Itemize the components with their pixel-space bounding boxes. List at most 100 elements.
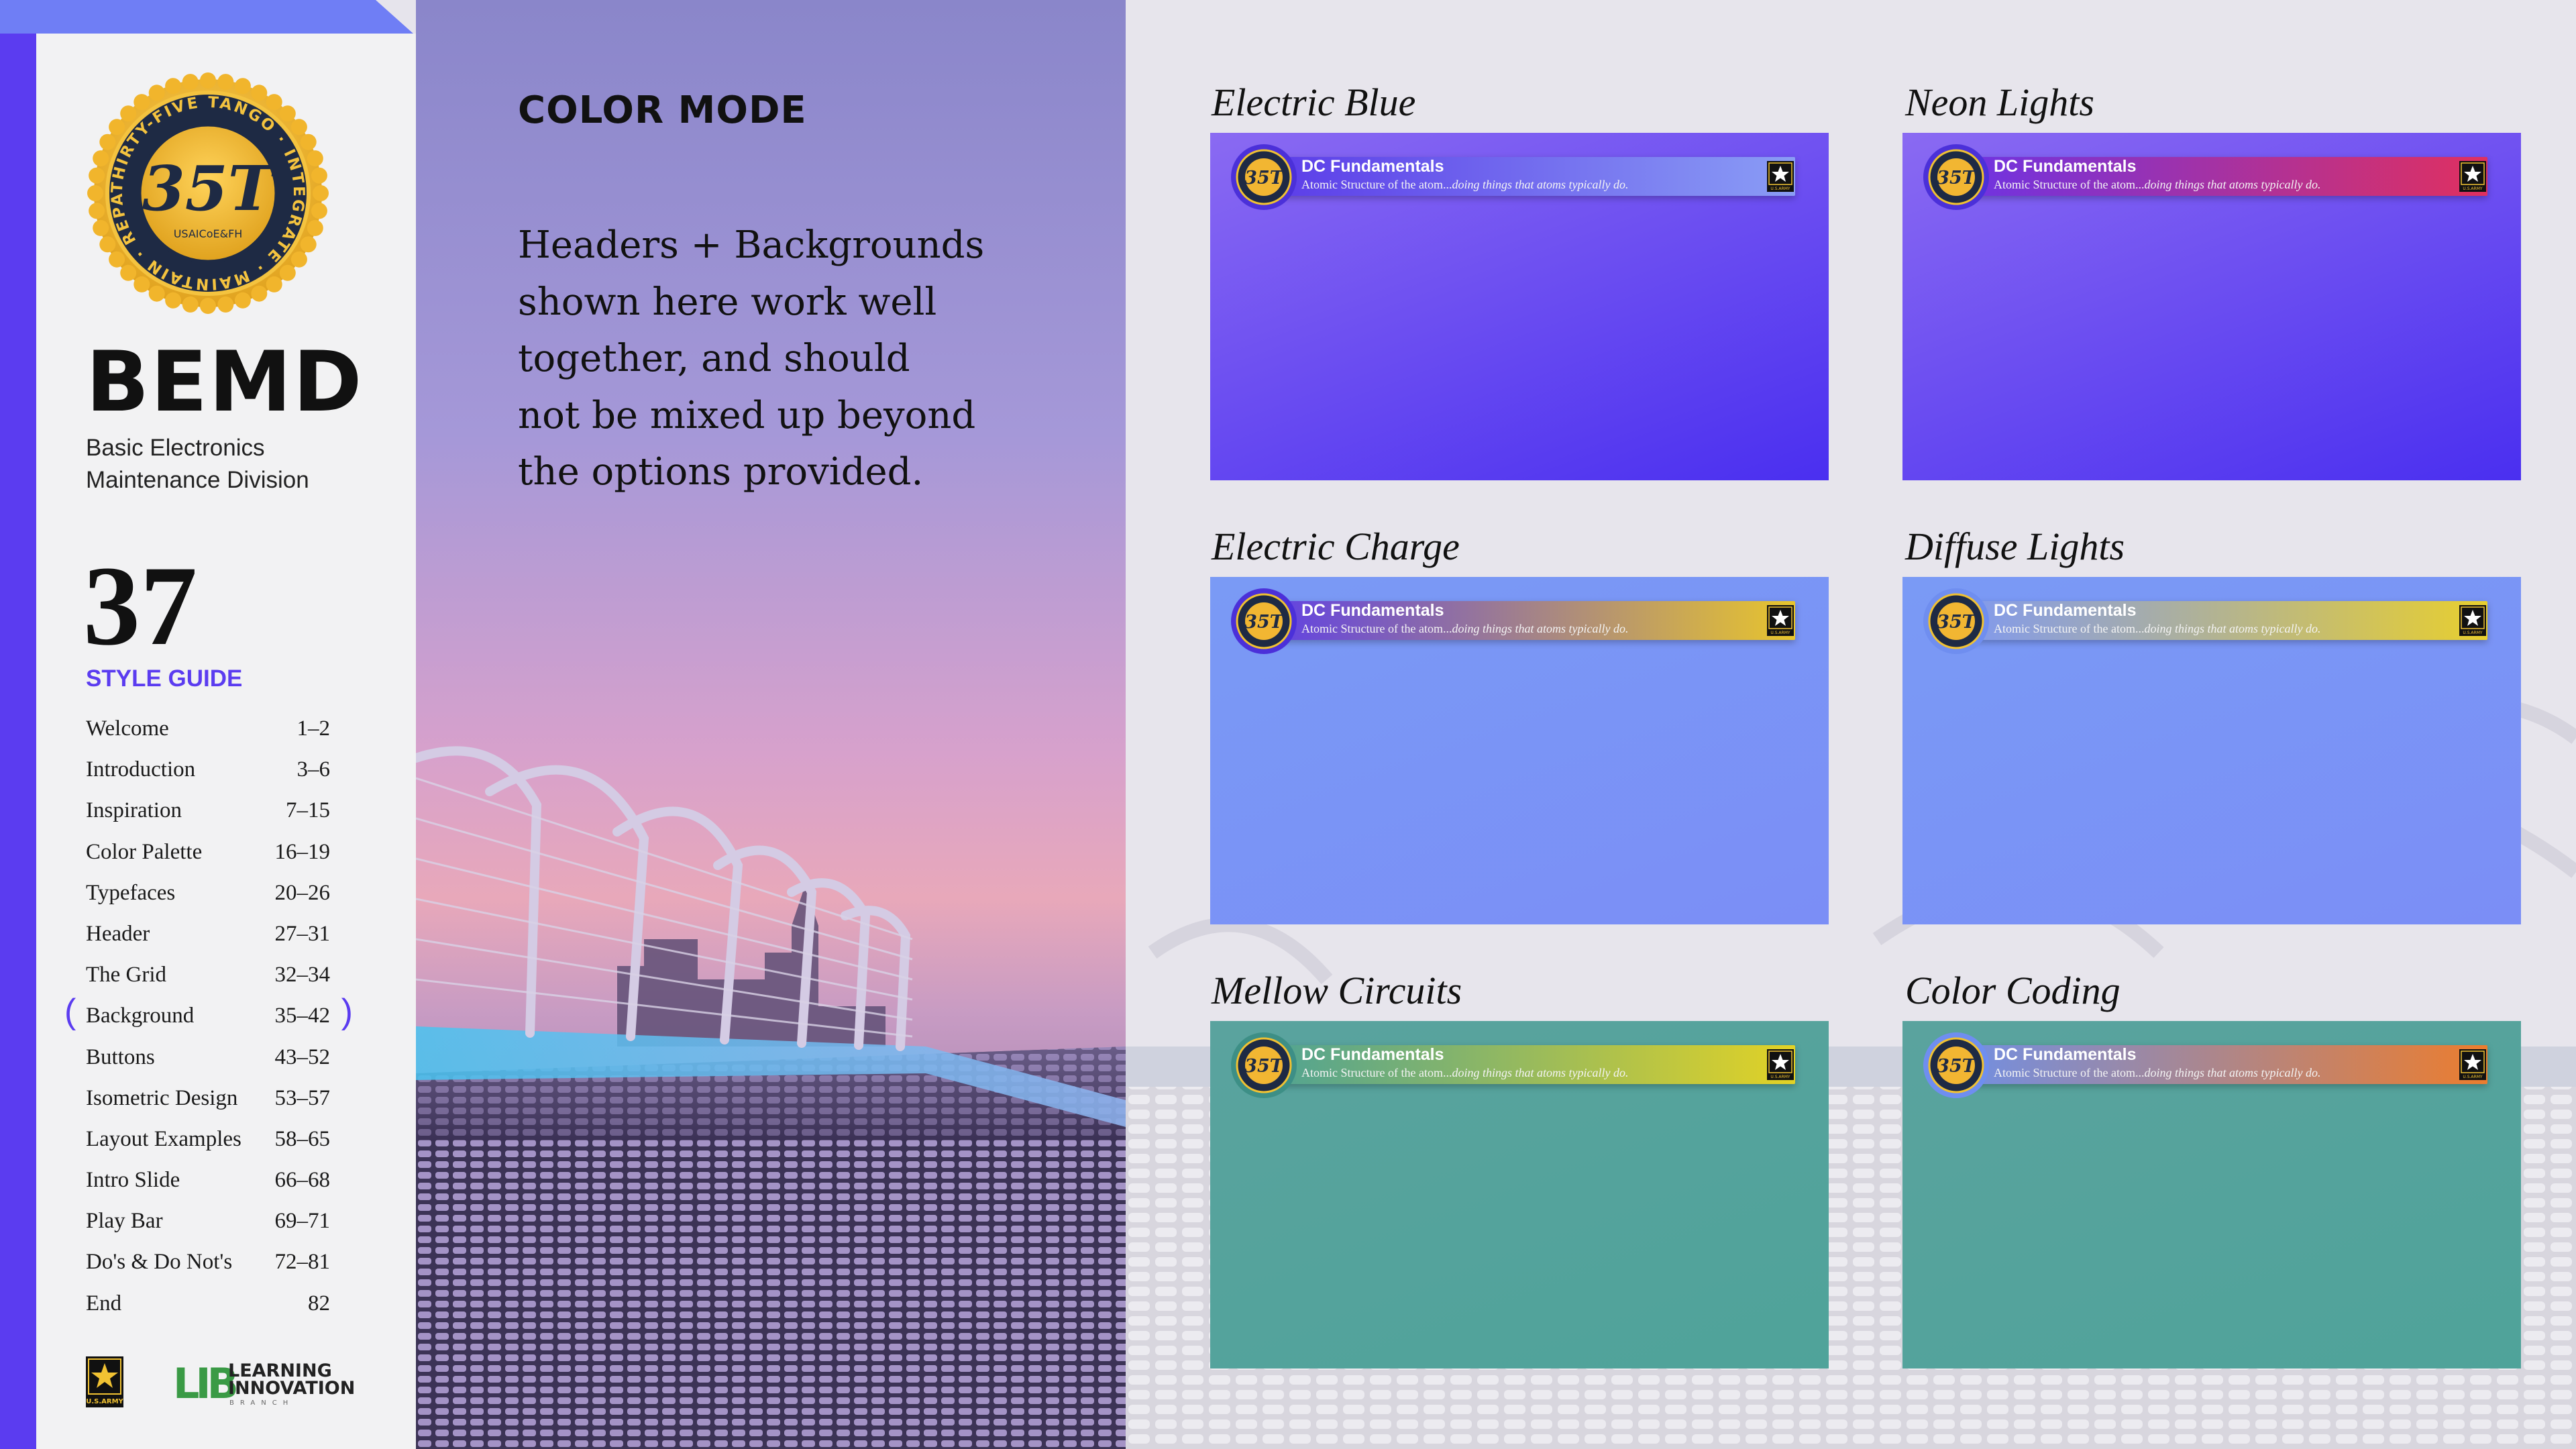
toc-item-pages: 82 xyxy=(308,1291,330,1316)
header-subtitle: Atomic Structure of the atom...doing thi… xyxy=(1301,1067,1628,1079)
toc-item-label: Play Bar xyxy=(86,1209,163,1234)
star-caption: U.S.ARMY xyxy=(2463,1075,2482,1079)
toc-item-label: Isometric Design xyxy=(86,1085,238,1110)
description-line: together, and should xyxy=(518,337,910,380)
medal-text: 35T xyxy=(1937,612,1977,633)
subtitle-plain: Atomic Structure of the atom... xyxy=(1301,1066,1452,1079)
toc-item[interactable]: Inspiration 7–15 xyxy=(86,794,330,835)
learning-innovation-branch-logo: LIB LEARNING INNOVATION BRANCH xyxy=(173,1359,354,1406)
card-title-color-coding: Color Coding xyxy=(1905,969,2121,1012)
toc-item[interactable]: Typefaces 20–26 xyxy=(86,877,330,918)
medal-text: 35T xyxy=(1244,168,1285,189)
army-star-icon: U.S.ARMY xyxy=(1767,1049,1794,1080)
toc-item-pages: 1–2 xyxy=(297,716,331,741)
medal-text: 35T xyxy=(1244,1056,1285,1077)
header-title: DC Fundamentals xyxy=(1301,157,1444,176)
header-subtitle: Atomic Structure of the atom...doing thi… xyxy=(1994,1067,2320,1079)
subtitle-italic: doing things that atoms typically do. xyxy=(1452,622,1629,635)
star-caption: U.S.ARMY xyxy=(2463,186,2482,191)
description-line: shown here work well xyxy=(518,280,937,324)
army-star-icon: U.S.ARMY xyxy=(2459,605,2486,636)
subtitle-italic: doing things that atoms typically do. xyxy=(2144,178,2321,191)
toc-item-pages: 3–6 xyxy=(297,757,331,782)
army-logo-text: U.S.ARMY xyxy=(86,1398,123,1405)
color-card-electric-blue: 35T DC Fundamentals Atomic Structure of th… xyxy=(1210,133,1829,480)
header-subtitle: Atomic Structure of the atom...doing thi… xyxy=(1301,623,1628,635)
star-caption: U.S.ARMY xyxy=(1770,186,1790,191)
card-title-mellow-circuits: Mellow Circuits xyxy=(1212,969,1462,1012)
medal-text: 35T xyxy=(1244,612,1285,633)
subtitle-italic: doing things that atoms typically do. xyxy=(2144,1066,2321,1079)
header-title: DC Fundamentals xyxy=(1301,601,1444,620)
toc-item[interactable]: Do's & Do Not's 72–81 xyxy=(86,1246,330,1287)
toc-item-label: Introduction xyxy=(86,757,196,782)
toc-item[interactable]: Introduction 3–6 xyxy=(86,753,330,794)
toc-item[interactable]: Intro Slide 66–68 xyxy=(86,1164,330,1205)
card-title-neon-lights: Neon Lights xyxy=(1905,80,2094,124)
toc-item-pages: 69–71 xyxy=(274,1209,331,1234)
lib-mark: LIB xyxy=(173,1359,236,1406)
toc-item[interactable]: Header 27–31 xyxy=(86,918,330,959)
medal-text: 35T xyxy=(1937,168,1977,189)
description-line: Headers + Backgrounds xyxy=(518,223,985,267)
35t-medal-icon: 35T xyxy=(1231,1032,1297,1098)
toc-item-label: Inspiration xyxy=(86,798,182,823)
subtitle-plain: Atomic Structure of the atom... xyxy=(1994,622,2145,635)
subtitle-plain: Atomic Structure of the atom... xyxy=(1301,622,1452,635)
toc-item-label: Layout Examples xyxy=(86,1126,241,1151)
35t-seal-logo: THIRTY-FIVE TANGO · INTEGRATE · MAINTAIN… xyxy=(87,72,329,314)
toc-item-label: Do's & Do Not's xyxy=(86,1250,233,1275)
subtitle-italic: doing things that atoms typically do. xyxy=(1452,178,1629,191)
35t-medal-icon: 35T xyxy=(1231,588,1297,654)
subtitle-plain: Atomic Structure of the atom... xyxy=(1994,178,2145,191)
toc-item-pages: 72–81 xyxy=(274,1250,331,1275)
us-army-logo: U.S.ARMY xyxy=(86,1356,123,1407)
toc-item[interactable]: Welcome 1–2 xyxy=(86,712,330,753)
35t-medal-icon: 35T xyxy=(1231,144,1297,210)
toc-item[interactable]: End 82 xyxy=(86,1287,330,1328)
toc-item[interactable]: Layout Examples 58–65 xyxy=(86,1123,330,1164)
toc-item-label: Intro Slide xyxy=(86,1168,180,1193)
color-card-electric-charge: 35T DC Fundamentals Atomic Structure of th… xyxy=(1210,577,1829,924)
army-star-icon: U.S.ARMY xyxy=(2459,161,2486,192)
toc-item[interactable]: Buttons 43–52 xyxy=(86,1041,330,1082)
header-title: DC Fundamentals xyxy=(1994,157,2137,176)
35t-medal-icon: 35T xyxy=(1923,588,1989,654)
table-of-contents: Welcome 1–2 Introduction 3–6 Inspiration 7–15… xyxy=(64,712,353,1328)
toc-item-label: Color Palette xyxy=(86,839,203,864)
toc-item-label: Background xyxy=(86,1004,195,1028)
header-subtitle: Atomic Structure of the atom...doing thi… xyxy=(1994,178,2320,191)
subtitle-italic: doing things that atoms typically do. xyxy=(2144,622,2321,635)
toc-item-pages: 43–52 xyxy=(274,1044,331,1069)
toc-item-label: Welcome xyxy=(86,716,169,741)
toc-item-label: Buttons xyxy=(86,1044,155,1069)
active-bracket-right: ) xyxy=(341,992,353,1032)
35t-medal-icon: 35T xyxy=(1923,1032,1989,1098)
description-line: the options provided. xyxy=(518,450,924,494)
toc-item[interactable]: Play Bar 69–71 xyxy=(86,1205,330,1246)
toc-item[interactable]: (Background 35–42) xyxy=(64,994,353,1040)
toc-item[interactable]: The Grid 32–34 xyxy=(86,959,330,1000)
toc-item[interactable]: Color Palette 16–19 xyxy=(86,836,330,877)
page-number: 37 xyxy=(83,543,197,669)
star-caption: U.S.ARMY xyxy=(1770,1075,1790,1079)
toc-item[interactable]: Isometric Design 53–57 xyxy=(86,1082,330,1123)
subtitle-plain: Atomic Structure of the atom... xyxy=(1301,178,1452,191)
toc-item-pages: 66–68 xyxy=(274,1168,331,1193)
header-title: DC Fundamentals xyxy=(1994,1045,2137,1064)
35t-medal-icon: 35T xyxy=(1923,144,1989,210)
lib-line-3: BRANCH xyxy=(229,1399,294,1406)
toc-item-pages: 58–65 xyxy=(274,1126,331,1151)
star-caption: U.S.ARMY xyxy=(1770,631,1790,635)
description-line: not be mixed up beyond xyxy=(518,393,976,437)
toc-item-label: Typefaces xyxy=(86,880,176,905)
toc-item-pages: 35–42 xyxy=(274,1004,331,1028)
color-card-color-coding: 35T DC Fundamentals Atomic Structure of th… xyxy=(1902,1021,2521,1368)
medal-text: 35T xyxy=(1937,1056,1977,1077)
army-star-icon: U.S.ARMY xyxy=(1767,605,1794,636)
seal-center-text: 35T xyxy=(142,152,278,225)
card-title-diffuse-lights: Diffuse Lights xyxy=(1905,525,2125,568)
army-star-icon: U.S.ARMY xyxy=(1767,161,1794,192)
header-title: DC Fundamentals xyxy=(1994,601,2137,620)
seal-small-text: USAICoE&FH xyxy=(174,227,243,240)
